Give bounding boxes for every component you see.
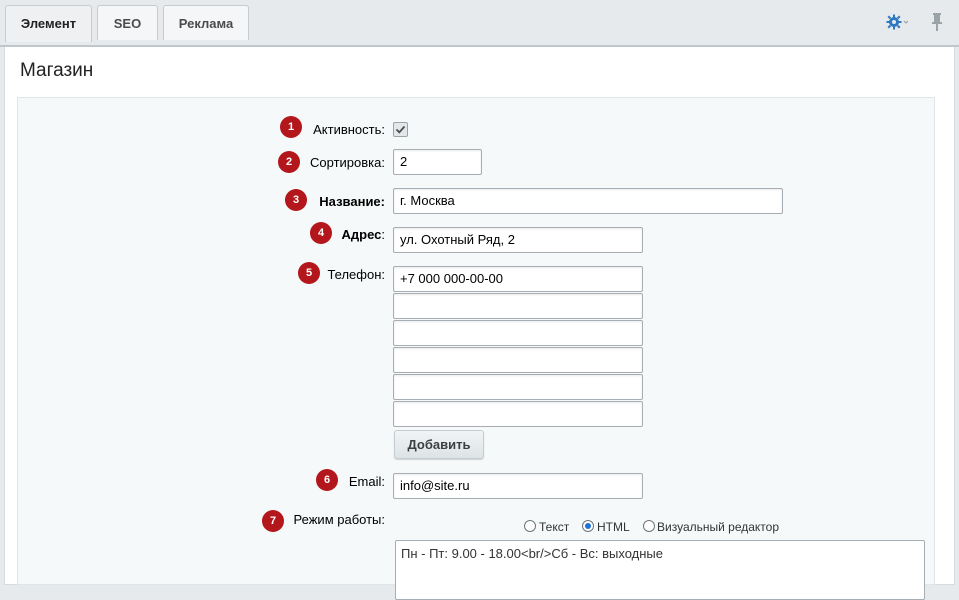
mode-html-label: HTML [597, 520, 630, 534]
tab-element[interactable]: Элемент [5, 5, 92, 42]
gear-icon[interactable] [886, 13, 909, 31]
step-badge-1: 1 [280, 116, 302, 138]
schedule-label: Режим работы: [293, 512, 385, 527]
phone-input[interactable] [393, 320, 643, 346]
address-label: Адрес: [320, 227, 386, 242]
phone-input[interactable]: +7 000 000-00-00 [393, 266, 643, 292]
phone-input[interactable] [393, 401, 643, 427]
name-input[interactable]: г. Москва [393, 188, 783, 214]
schedule-textarea[interactable]: Пн - Пт: 9.00 - 18.00<br/>Сб - Вс: выход… [395, 540, 925, 600]
email-input[interactable]: info@site.ru [393, 473, 643, 499]
page-title: Магазин [20, 60, 94, 81]
address-label-main: Адрес [341, 227, 382, 242]
sort-label: Сортировка: [310, 155, 385, 170]
pin-icon[interactable] [930, 12, 944, 32]
phone-input[interactable] [393, 293, 643, 319]
tab-bar: Элемент SEO Реклама [0, 0, 959, 47]
phone-label: Телефон: [327, 267, 385, 282]
active-label: Активность: [313, 122, 385, 137]
checkmark-icon [395, 125, 406, 134]
email-label: Email: [348, 474, 385, 489]
phone-input[interactable] [393, 347, 643, 373]
tab-seo[interactable]: SEO [97, 5, 158, 40]
sort-input[interactable]: 2 [393, 149, 482, 175]
mode-visual-label: Визуальный редактор [657, 520, 780, 534]
mode-html-radio[interactable] [582, 520, 594, 532]
step-badge-7: 7 [262, 510, 284, 532]
phone-input[interactable] [393, 374, 643, 400]
active-checkbox[interactable] [393, 122, 408, 137]
address-input[interactable]: ул. Охотный Ряд, 2 [393, 227, 643, 253]
name-label: Название: [319, 194, 385, 209]
address-label-suffix: : [381, 227, 385, 242]
add-phone-button[interactable]: Добавить [394, 430, 484, 459]
mode-visual-radio[interactable] [643, 520, 655, 532]
tab-advertising[interactable]: Реклама [163, 5, 249, 40]
mode-text-radio[interactable] [524, 520, 536, 532]
mode-text-label: Текст [539, 520, 570, 534]
